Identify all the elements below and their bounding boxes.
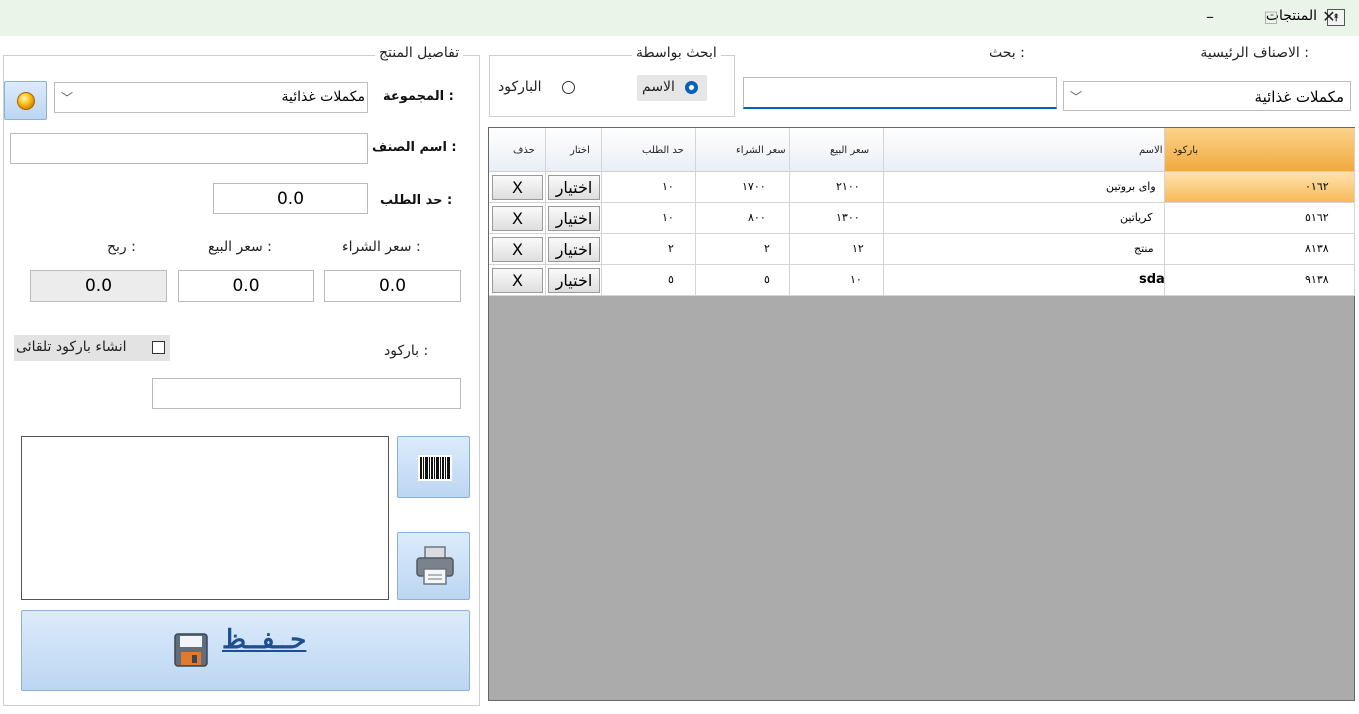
delete-button[interactable]: X: [492, 237, 543, 262]
delete-button[interactable]: X: [492, 268, 543, 293]
table-row[interactable]: ٨١٣٨ منتج ١٢ ٢ ٢ اختيار X: [489, 234, 1355, 265]
radio-by-name[interactable]: الاسم: [637, 75, 707, 101]
buy-price-label: سعر الشراء :: [342, 239, 421, 255]
select-button[interactable]: اختيار: [548, 175, 600, 200]
checkbox-icon: [152, 341, 165, 354]
cell-sell-price: ١٢: [790, 234, 884, 265]
search-label: بحث :: [989, 45, 1025, 61]
group-combo-value: مكملات غذائية: [281, 89, 366, 105]
cell-order-limit: ١٠: [602, 172, 696, 203]
save-button-label: حــفــظ: [222, 625, 307, 655]
title-bar: [0, 0, 1359, 36]
cell-barcode: ٨١٣٨: [1165, 234, 1355, 265]
chevron-down-icon: ﹀: [1070, 90, 1083, 104]
cell-order-limit: ٢: [602, 234, 696, 265]
barcode-input[interactable]: [152, 378, 461, 409]
radio-by-barcode[interactable]: الباركود: [496, 75, 580, 101]
maximize-button[interactable]: □: [1248, 4, 1294, 32]
select-button[interactable]: اختيار: [548, 206, 600, 231]
barcode-icon: [418, 455, 452, 481]
table-row[interactable]: ٠١٦٢ واى بروتين ٢١٠٠ ١٧٠٠ ١٠ اختيار X: [489, 172, 1355, 203]
group-label: المجموعة :: [383, 89, 454, 104]
main-categories-label: الاصناف الرئيسية :: [1200, 45, 1309, 61]
category-combo-value: مكملات غذائية: [1254, 88, 1344, 106]
radio-button-icon: [562, 81, 575, 94]
table-row[interactable]: ٩١٣٨ sda ١٠ ٥ ٥ اختيار X: [489, 265, 1355, 296]
column-header-order-limit[interactable]: حد الطلب: [602, 128, 696, 172]
column-header-sell-price[interactable]: سعر البيع: [790, 128, 884, 172]
barcode-label: باركود :: [384, 343, 429, 359]
cell-sell-price: ١٠: [790, 265, 884, 296]
save-button[interactable]: حــفــظ: [21, 610, 470, 691]
cell-name: واى بروتين: [884, 172, 1165, 203]
cell-name: كرياتين: [884, 203, 1165, 234]
cell-name: sda: [884, 265, 1165, 296]
cell-barcode: ٩١٣٨: [1165, 265, 1355, 296]
cell-order-limit: ٥: [602, 265, 696, 296]
search-by-legend: ابحث بواسطة: [632, 45, 721, 61]
cell-buy-price: ٢: [696, 234, 790, 265]
sell-price-label: سعر البيع :: [208, 239, 272, 255]
bulb-icon: [17, 92, 35, 110]
product-details-legend: تفاصيل المنتج: [375, 45, 464, 61]
category-combo[interactable]: ﹀ مكملات غذائية: [1063, 81, 1351, 111]
order-limit-label: حد الطلب :: [380, 193, 453, 208]
cell-buy-price: ٥: [696, 265, 790, 296]
cell-buy-price: ١٧٠٠: [696, 172, 790, 203]
auto-barcode-label: انشاء باركود تلقائى: [16, 339, 127, 355]
printer-icon: [416, 546, 454, 585]
column-header-select[interactable]: اختار: [546, 128, 602, 172]
auto-barcode-checkbox[interactable]: انشاء باركود تلقائى: [14, 335, 170, 361]
column-header-name[interactable]: الاسم: [884, 128, 1165, 172]
refresh-groups-button[interactable]: [4, 81, 47, 120]
search-input[interactable]: [743, 77, 1057, 109]
profit-label: ربح :: [107, 239, 136, 255]
column-header-buy-price[interactable]: سعر الشراء: [696, 128, 790, 172]
select-button[interactable]: اختيار: [548, 237, 600, 262]
sell-price-input[interactable]: 0.0: [178, 270, 314, 302]
cell-buy-price: ٨٠٠: [696, 203, 790, 234]
cell-sell-price: ٢١٠٠: [790, 172, 884, 203]
cell-sell-price: ١٣٠٠: [790, 203, 884, 234]
radio-by-name-label: الاسم: [642, 79, 675, 95]
column-header-barcode[interactable]: باركود: [1165, 128, 1355, 172]
cell-barcode: ٥١٦٢: [1165, 203, 1355, 234]
cell-order-limit: ١٠: [602, 203, 696, 234]
chevron-down-icon: ﹀: [61, 91, 74, 105]
select-button[interactable]: اختيار: [548, 268, 600, 293]
generate-barcode-button[interactable]: [397, 436, 470, 498]
profit-display: 0.0: [30, 270, 167, 302]
close-button[interactable]: ✕: [1306, 4, 1352, 32]
barcode-preview: [21, 436, 389, 600]
products-grid[interactable]: باركود الاسم سعر البيع سعر الشراء حد الط…: [488, 127, 1355, 701]
floppy-disk-icon: [174, 633, 208, 667]
group-combo[interactable]: ﹀ مكملات غذائية: [54, 82, 368, 113]
radio-button-icon: [685, 81, 698, 94]
radio-by-barcode-label: الباركود: [498, 79, 542, 95]
table-row[interactable]: ٥١٦٢ كرياتين ١٣٠٠ ٨٠٠ ١٠ اختيار X: [489, 203, 1355, 234]
delete-button[interactable]: X: [492, 206, 543, 231]
cell-barcode: ٠١٦٢: [1165, 172, 1355, 203]
minimize-button[interactable]: –: [1187, 4, 1233, 32]
buy-price-input[interactable]: 0.0: [324, 270, 461, 302]
delete-button[interactable]: X: [492, 175, 543, 200]
column-header-delete[interactable]: حذف: [489, 128, 546, 172]
cell-name: منتج: [884, 234, 1165, 265]
item-name-label: اسم الصنف :: [372, 140, 457, 155]
order-limit-input[interactable]: 0.0: [213, 183, 368, 214]
item-name-input[interactable]: [10, 133, 368, 164]
print-barcode-button[interactable]: [397, 532, 470, 600]
